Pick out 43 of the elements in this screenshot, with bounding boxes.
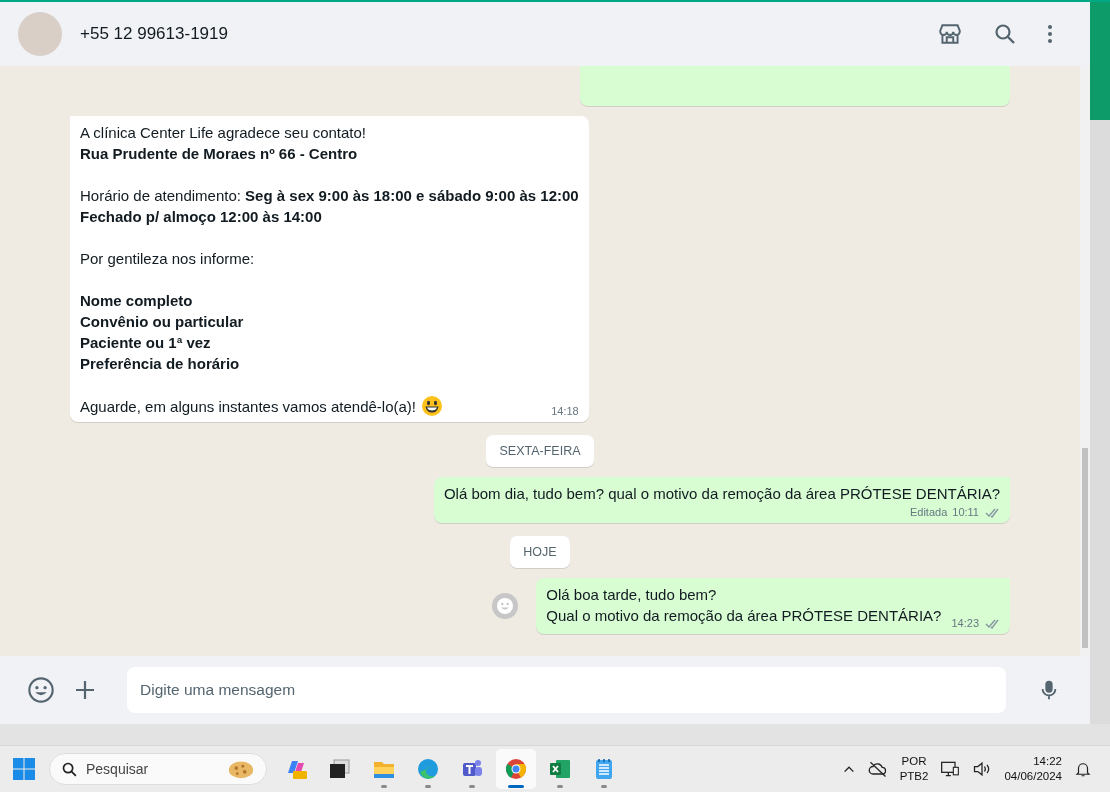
clock[interactable]: 14:22 04/06/2024	[1004, 754, 1062, 784]
message-text: Preferência de horário	[80, 354, 241, 374]
clock-time: 14:22	[1033, 754, 1062, 769]
message-text: Olá bom dia, tudo bem? qual o motivo da remoção da área PRÓTESE DENTÁRIA?	[443, 484, 1000, 504]
message-text: Paciente ou 1ª vez	[80, 333, 212, 353]
message-time: 10:11	[952, 506, 979, 518]
search-icon[interactable]	[993, 22, 1017, 46]
plus-icon[interactable]	[73, 678, 97, 702]
clock-date: 04/06/2024	[1004, 769, 1062, 784]
language-code: POR	[901, 754, 927, 769]
keyboard-layout: PTB2	[899, 769, 929, 784]
bell-icon[interactable]	[1074, 760, 1092, 778]
scrollbar[interactable]	[1080, 66, 1090, 656]
message-text: Fechado p/ almoço 12:00 às 14:00	[80, 207, 323, 227]
message-text: Por gentileza nos informe:	[80, 249, 256, 269]
message-text: Aguarde, em alguns instantes vamos atendê-lo(a)!	[80, 396, 417, 417]
taskbar-search-field[interactable]: Pesquisar	[49, 753, 267, 785]
message-text: A clínica Center Life agradece seu contato!	[80, 123, 367, 143]
message-text: Nome completo	[80, 291, 194, 311]
language-indicator[interactable]: POR PTB2	[899, 754, 929, 784]
network-icon[interactable]	[940, 759, 961, 779]
spreadsheet-icon	[548, 757, 572, 781]
message-text: Rua Prudente de Moraes nº 66 - Centro	[80, 144, 359, 164]
emoji-icon[interactable]	[27, 676, 55, 704]
date-label: SEXTA-FEIRA	[486, 435, 594, 467]
edge-browser-icon	[416, 757, 440, 781]
message-time: 14:23	[951, 617, 979, 629]
chrome-browser-icon	[504, 757, 528, 781]
menu-icon[interactable]	[1047, 24, 1053, 44]
message-text: Horário de atendimento: Seg à sex 9:00 às 18:00 e sábado 9:00 às 12:00	[80, 186, 579, 206]
message-text: Qual o motivo da remoção da área PRÓTESE DENTÁRIA?	[546, 606, 942, 626]
message-time: 14:18	[551, 405, 579, 417]
contact-name[interactable]: +55 12 99613-1919	[80, 24, 228, 44]
edited-label: Editada	[909, 506, 948, 518]
task-view-icon	[328, 757, 352, 781]
search-icon	[61, 761, 78, 778]
windows-start-icon[interactable]	[12, 757, 36, 781]
message-text: Olá boa tarde, tudo bem?	[546, 585, 718, 605]
message-input[interactable]: Digite uma mensagem	[127, 667, 1006, 713]
message-text: Convênio ou particular	[80, 312, 245, 332]
cloud-off-icon[interactable]	[867, 759, 888, 779]
date-label: HOJE	[510, 536, 570, 568]
storefront-icon[interactable]	[937, 21, 963, 47]
